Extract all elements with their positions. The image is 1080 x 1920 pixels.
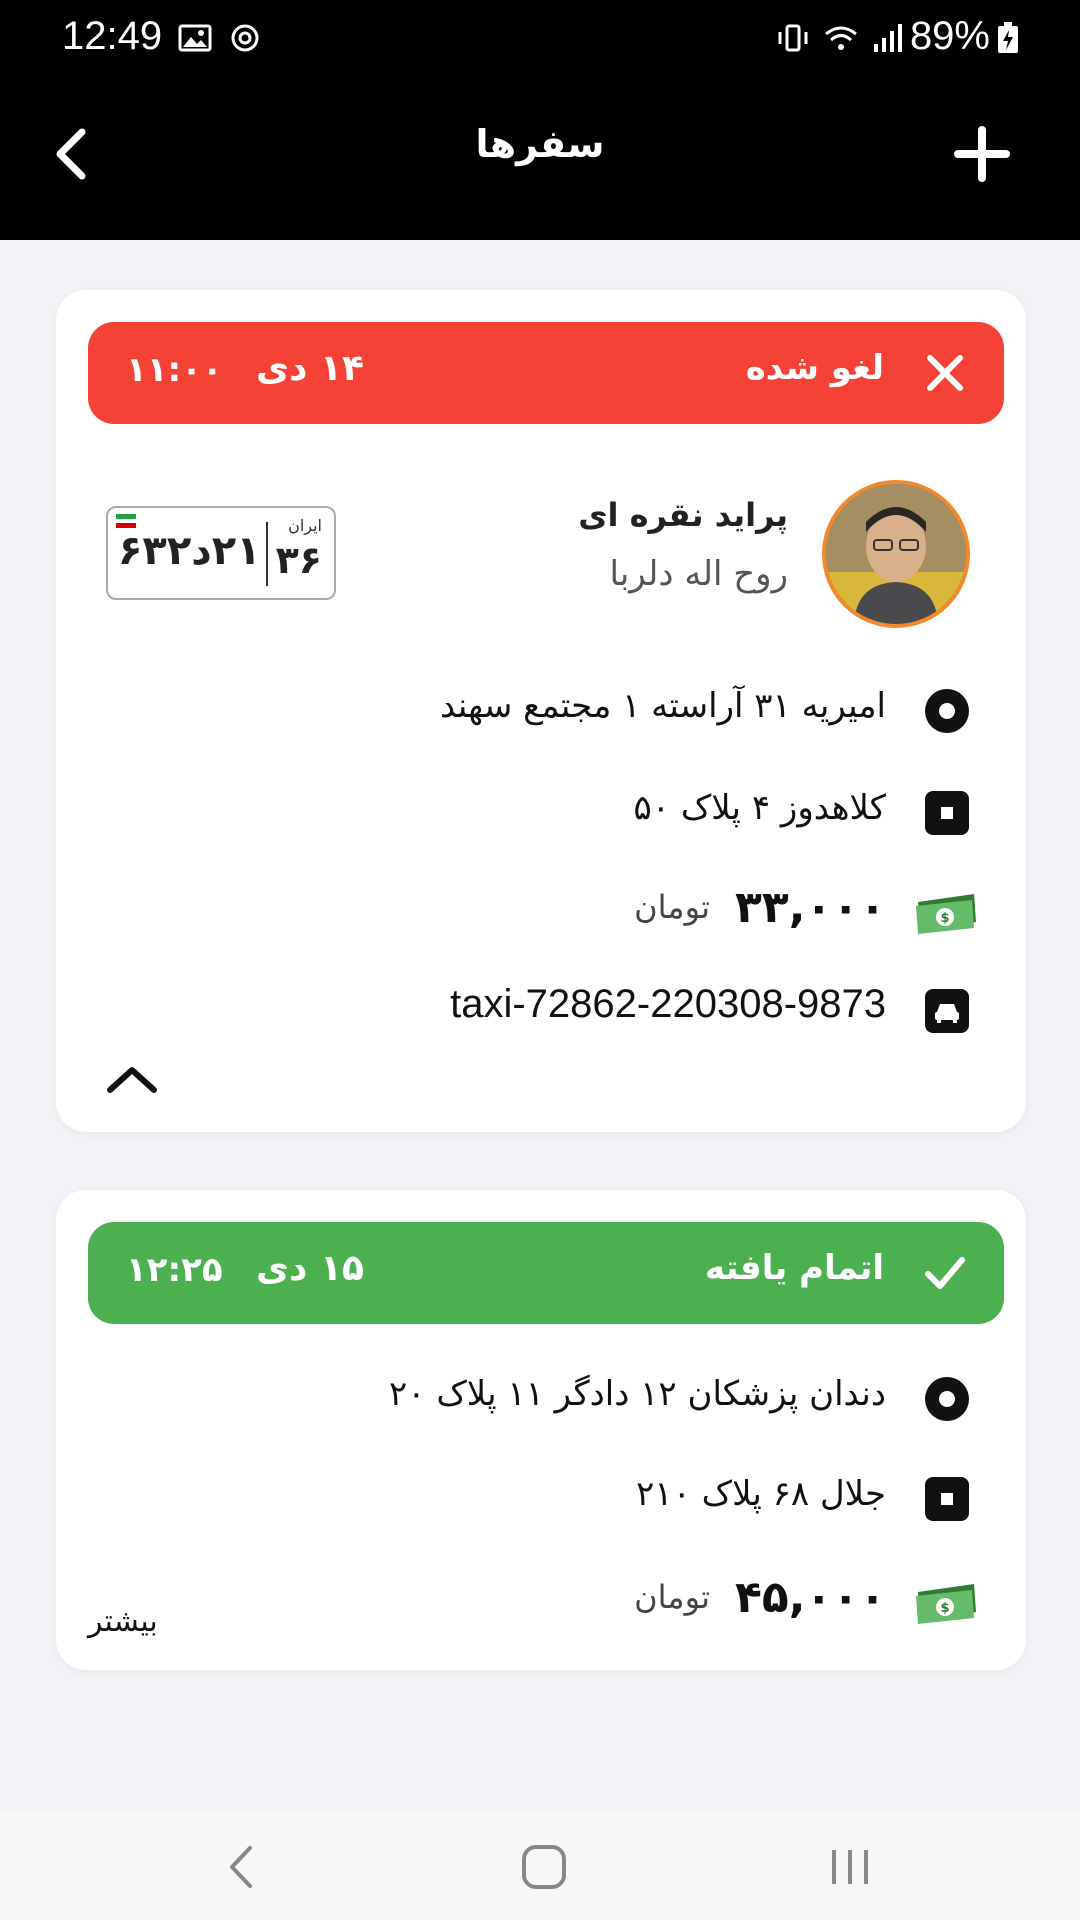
system-navigation-bar	[0, 1810, 1080, 1920]
money-icon: $	[916, 894, 976, 934]
trip-price: ۴۵,۰۰۰	[735, 1572, 886, 1623]
price-row: $ ۴۵,۰۰۰ تومان	[110, 1572, 976, 1632]
trip-card-completed[interactable]: اتمام یافته ۱۵ دی ۱۲:۲۵ دندان پزشکان ۱۲ …	[56, 1190, 1026, 1670]
price-row: $ ۳۳,۰۰۰ تومان	[110, 882, 976, 942]
license-plate: ۲۱د۶۳۲ ایران ۳۶	[106, 506, 336, 600]
trip-price: ۳۳,۰۰۰	[735, 882, 886, 933]
destination-address: جلال ۶۸ پلاک ۲۱۰	[636, 1474, 886, 1514]
nav-recents-icon[interactable]	[820, 1842, 880, 1892]
chevron-up-icon[interactable]	[106, 1062, 158, 1098]
nav-back-icon[interactable]	[212, 1842, 272, 1892]
clock: 12:49	[62, 14, 163, 58]
origin-dot-icon	[925, 1377, 969, 1421]
vibrate-icon	[778, 24, 808, 52]
signal-icon	[874, 24, 902, 52]
svg-text:$: $	[940, 1601, 949, 1616]
gallery-icon	[178, 24, 212, 52]
checkmark-icon	[925, 1257, 965, 1289]
driver-photo	[826, 484, 966, 624]
sync-icon	[231, 24, 259, 52]
trip-time: ۱۱:۰۰	[126, 350, 223, 390]
origin-address: امیریه ۳۱ آراسته ۱ مجتمع سهند	[440, 686, 886, 726]
taxi-icon	[925, 989, 969, 1033]
add-trip-icon[interactable]	[954, 126, 1010, 182]
origin-row: دندان پزشکان ۱۲ دادگر ۱۱ پلاک ۲۰	[110, 1368, 970, 1428]
battery-percentage: 89%	[909, 14, 990, 58]
wifi-icon	[825, 26, 857, 50]
trip-date: ۱۵ دی	[256, 1248, 364, 1289]
reference-row: taxi-72862-220308-9873	[110, 980, 970, 1040]
system-status-bar: 12:49 89%	[0, 0, 1080, 76]
destination-row: کلاهدوز ۴ پلاک ۵۰	[110, 782, 970, 842]
svg-text:$: $	[940, 911, 949, 926]
plate-divider	[266, 522, 268, 586]
more-link[interactable]: بیشتر	[88, 1604, 158, 1639]
app-bar: سفرها	[0, 76, 1080, 240]
battery-charging-icon	[998, 22, 1018, 53]
close-icon	[927, 355, 963, 391]
plate-country: ایران	[288, 516, 322, 535]
page-title: سفرها	[475, 122, 605, 166]
status-banner-cancelled: لغو شده ۱۴ دی ۱۱:۰۰	[88, 322, 1004, 424]
trip-time: ۱۲:۲۵	[126, 1250, 223, 1290]
destination-square-icon	[925, 1477, 969, 1521]
currency-label: تومان	[634, 1578, 710, 1616]
nav-home-icon[interactable]	[514, 1842, 574, 1892]
status-label: اتمام یافته	[704, 1248, 884, 1288]
destination-address: کلاهدوز ۴ پلاک ۵۰	[633, 788, 887, 828]
destination-row: جلال ۶۸ پلاک ۲۱۰	[110, 1468, 970, 1528]
iran-flag-icon	[116, 514, 136, 528]
trip-reference-code: taxi-72862-220308-9873	[450, 982, 886, 1026]
car-name: پراید نقره ای	[578, 496, 788, 534]
origin-row: امیریه ۳۱ آراسته ۱ مجتمع سهند	[110, 680, 970, 740]
trip-date: ۱۴ دی	[256, 348, 364, 389]
currency-label: تومان	[634, 888, 710, 926]
plate-region: ۳۶	[275, 538, 322, 582]
money-icon: $	[916, 1584, 976, 1624]
plate-number: ۲۱د۶۳۲	[118, 528, 261, 574]
driver-name: روح اله دلربا	[609, 554, 788, 594]
origin-dot-icon	[925, 689, 969, 733]
status-banner-completed: اتمام یافته ۱۵ دی ۱۲:۲۵	[88, 1222, 1004, 1324]
driver-avatar	[822, 480, 970, 628]
status-label: لغو شده	[745, 348, 884, 388]
origin-address: دندان پزشکان ۱۲ دادگر ۱۱ پلاک ۲۰	[389, 1374, 886, 1414]
destination-square-icon	[925, 791, 969, 835]
trip-card-cancelled[interactable]: لغو شده ۱۴ دی ۱۱:۰۰ پراید نقره ای روح ال…	[56, 290, 1026, 1132]
